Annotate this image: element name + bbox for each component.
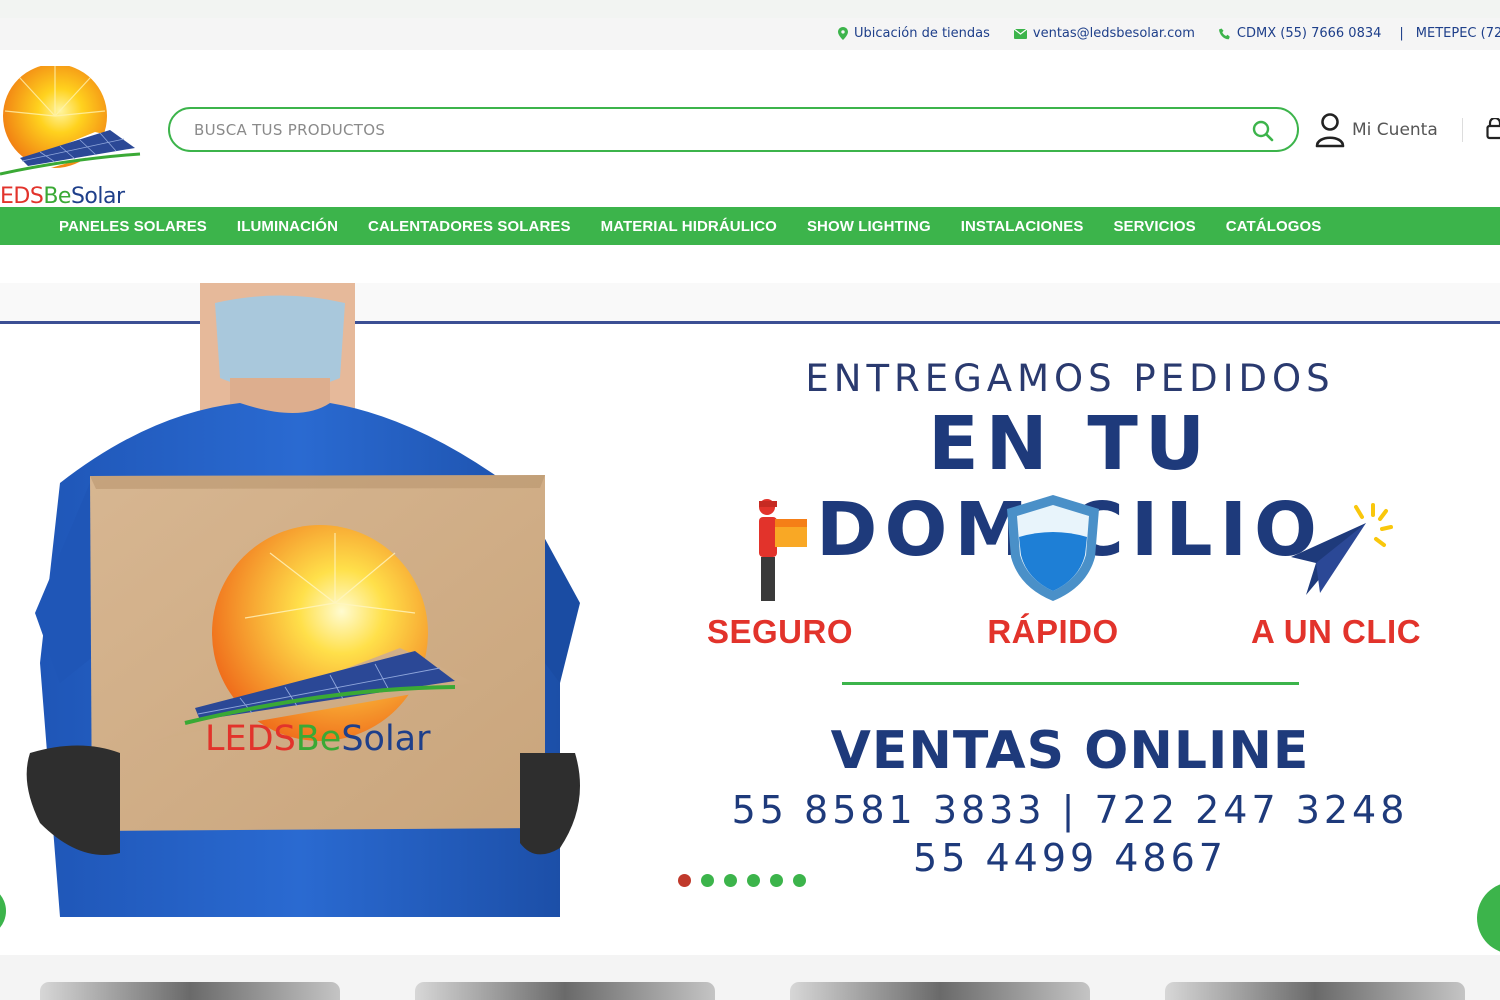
- user-icon: [1315, 113, 1345, 148]
- store-location-link[interactable]: Ubicación de tiendas: [838, 26, 990, 41]
- phone-cdmx-label: CDMX (55) 7666 0834: [1236, 26, 1382, 41]
- search-bar: [168, 107, 1299, 152]
- logo-text-be: Be: [43, 184, 71, 209]
- box-logo-text: LEDSBeSolar: [205, 719, 431, 759]
- sun-panel-logo-icon: [0, 64, 141, 176]
- topbar-items: Ubicación de tiendas ventas@ledsbesolar.…: [838, 26, 1500, 41]
- box-logo-leds: LEDS: [205, 719, 296, 759]
- nav-item-instalaciones[interactable]: INSTALACIONES: [946, 218, 1099, 235]
- slider-dot[interactable]: [747, 874, 760, 887]
- nav-item-servicios[interactable]: SERVICIOS: [1098, 218, 1210, 235]
- phone-metepec-label[interactable]: METEPEC (72: [1416, 26, 1500, 41]
- feature-seguro: SEGURO: [670, 493, 890, 651]
- slider-dot[interactable]: [678, 874, 691, 887]
- phone-cdmx-link[interactable]: CDMX (55) 7666 0834: [1218, 26, 1382, 41]
- nav-item-iluminacion[interactable]: ILUMINACIÓN: [222, 218, 353, 235]
- topbar: Ubicación de tiendas ventas@ledsbesolar.…: [0, 18, 1500, 50]
- logo-text-solar: Solar: [70, 184, 125, 209]
- slider-dot[interactable]: [701, 874, 714, 887]
- store-location-label: Ubicación de tiendas: [854, 26, 990, 41]
- hero-divider: [842, 682, 1299, 685]
- feature-rapido: RÁPIDO: [943, 493, 1163, 651]
- delivery-man-icon: [759, 499, 807, 601]
- search-icon[interactable]: [1251, 119, 1275, 143]
- ventas-online-title: VENTAS ONLINE: [830, 721, 1310, 781]
- category-card[interactable]: [415, 982, 715, 1000]
- main-nav: PANELES SOLARES ILUMINACIÓN CALENTADORES…: [0, 207, 1500, 245]
- topbar-separator: |: [1399, 26, 1404, 41]
- account-label: Mi Cuenta: [1352, 120, 1438, 140]
- account-link[interactable]: Mi Cuenta: [1314, 112, 1438, 148]
- header-divider: [1462, 118, 1463, 142]
- sales-phones-line1: 55 8581 3833 | 722 247 3248: [731, 788, 1409, 832]
- nav-item-catalogos[interactable]: CATÁLOGOS: [1211, 218, 1337, 235]
- logo-text: EDSBeSolar: [0, 184, 125, 209]
- email-label: ventas@ledsbesolar.com: [1032, 26, 1195, 41]
- shopping-bag-icon[interactable]: [1486, 118, 1500, 140]
- nav-item-material-hidraulico[interactable]: MATERIAL HIDRÁULICO: [586, 218, 792, 235]
- top-strip: [0, 0, 1500, 18]
- feature-seguro-label: SEGURO: [706, 613, 854, 650]
- category-card[interactable]: [790, 982, 1090, 1000]
- logo-text-leds: EDS: [0, 184, 44, 209]
- category-card[interactable]: [1165, 982, 1465, 1000]
- nav-items: PANELES SOLARES ILUMINACIÓN CALENTADORES…: [44, 207, 1336, 245]
- feature-rapido-label: RÁPIDO: [987, 613, 1119, 650]
- shield-icon: [1007, 495, 1099, 601]
- hero-banner[interactable]: LEDSBeSolar ENTREGAMOS PEDIDOS EN TU DOM…: [0, 283, 1500, 917]
- hero-subtitle: ENTREGAMOS PEDIDOS: [805, 357, 1335, 400]
- feature-a-un-clic-label: A UN CLIC: [1250, 613, 1422, 650]
- nav-item-show-lighting[interactable]: SHOW LIGHTING: [792, 218, 946, 235]
- map-pin-icon: [838, 27, 848, 40]
- nav-item-calentadores-solares[interactable]: CALENTADORES SOLARES: [353, 218, 586, 235]
- email-link[interactable]: ventas@ledsbesolar.com: [1013, 26, 1195, 41]
- slider-dot[interactable]: [793, 874, 806, 887]
- site-logo[interactable]: EDSBeSolar: [0, 64, 150, 209]
- slider-dots: [678, 874, 816, 887]
- search-input[interactable]: [194, 119, 1224, 141]
- cursor-click-icon: [1291, 503, 1393, 595]
- category-card[interactable]: [40, 982, 340, 1000]
- envelope-icon: [1013, 28, 1027, 39]
- box-logo-be: Be: [295, 719, 342, 759]
- header: EDSBeSolar Mi Cuenta: [0, 50, 1500, 209]
- phone-icon: [1218, 28, 1230, 39]
- slider-dot[interactable]: [724, 874, 737, 887]
- delivery-person-image: [26, 283, 580, 917]
- feature-a-un-clic: A UN CLIC: [1226, 493, 1446, 651]
- nav-item-paneles-solares[interactable]: PANELES SOLARES: [44, 218, 222, 235]
- box-logo-solar: Solar: [341, 719, 431, 759]
- slider-dot[interactable]: [770, 874, 783, 887]
